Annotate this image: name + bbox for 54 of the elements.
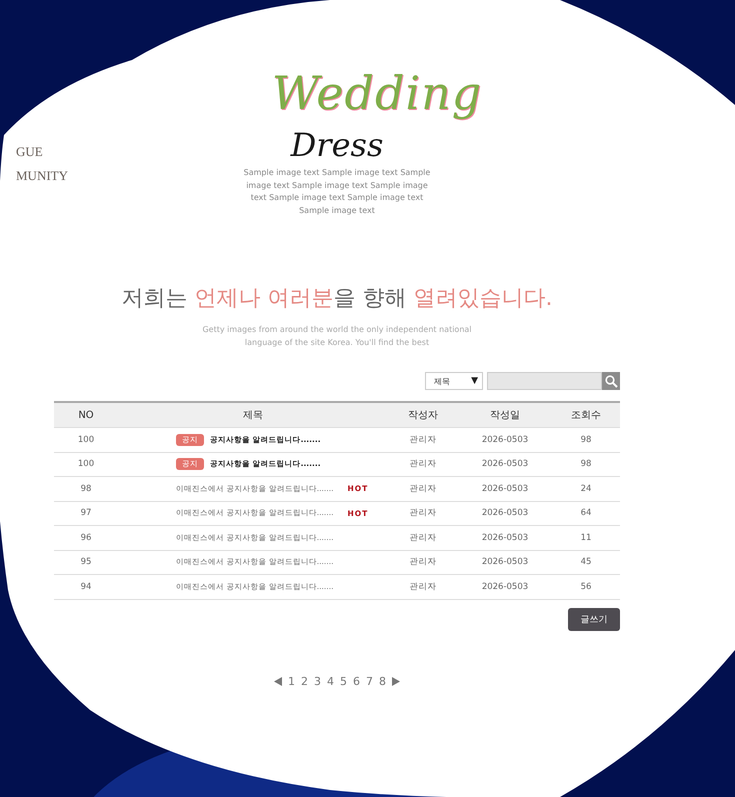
column-header: 제목	[118, 402, 388, 428]
search-field-dropdown[interactable]: 제목 ▼	[425, 372, 483, 390]
author-cell: 관리자	[388, 428, 458, 452]
author-cell: 관리자	[388, 550, 458, 575]
author-cell: 관리자	[388, 526, 458, 550]
author-cell: 관리자	[388, 476, 458, 502]
date-cell: 2026-0503	[458, 476, 552, 502]
views-cell: 98	[552, 428, 620, 452]
views-cell: 56	[552, 574, 620, 600]
page-link[interactable]: 6	[353, 674, 360, 688]
page-link[interactable]: 4	[327, 674, 334, 688]
number-cell: 94	[54, 574, 118, 600]
date-cell: 2026-0503	[458, 574, 552, 600]
nav-menu-item[interactable]: MUNITY	[16, 168, 68, 184]
headline-subtitle: Getty images from around the world the only independent national language of the site Korea. You'll find the best	[201, 324, 473, 350]
number-cell: 100	[54, 452, 118, 477]
write-button[interactable]: 글쓰기	[568, 608, 620, 631]
number-cell: 97	[54, 501, 118, 526]
number-cell: 98	[54, 476, 118, 502]
hero-title: Dress	[290, 128, 384, 164]
date-cell: 2026-0503	[458, 452, 552, 477]
views-cell: 11	[552, 526, 620, 550]
views-cell: 64	[552, 501, 620, 526]
column-header: 작성자	[388, 402, 458, 428]
page-link[interactable]: 3	[314, 674, 321, 688]
views-cell: 45	[552, 550, 620, 575]
date-cell: 2026-0503	[458, 428, 552, 452]
page-link[interactable]: 7	[366, 674, 373, 688]
hero-caption: Sample image text Sample image text Sample image text Sample image text Sample image text Sample image text Sample image text Sample image text	[242, 167, 432, 217]
search-field[interactable]	[487, 372, 602, 390]
column-header: 조회수	[552, 402, 620, 428]
page-link[interactable]: 2	[301, 674, 308, 688]
views-cell: 24	[552, 476, 620, 502]
headline: 저희는 언제나 여러분을 향해 열려있습니다.	[122, 285, 552, 314]
number-cell: 96	[54, 526, 118, 550]
date-cell: 2026-0503	[458, 501, 552, 526]
nav-menu-item[interactable]: GUE	[16, 144, 68, 160]
column-header: NO	[54, 402, 118, 428]
views-cell: 98	[552, 452, 620, 477]
next-page-icon[interactable]	[392, 676, 400, 686]
page-link[interactable]: 5	[340, 674, 347, 688]
date-cell: 2026-0503	[458, 526, 552, 550]
previous-page-icon[interactable]	[274, 676, 282, 686]
number-cell: 100	[54, 428, 118, 452]
number-cell: 95	[54, 550, 118, 575]
page-link[interactable]: 8	[379, 674, 386, 688]
page-link[interactable]: 1	[288, 674, 295, 688]
author-cell: 관리자	[388, 452, 458, 477]
date-cell: 2026-0503	[458, 550, 552, 575]
search-button[interactable]	[602, 372, 620, 390]
author-cell: 관리자	[388, 574, 458, 600]
search-icon	[604, 374, 618, 388]
column-header: 작성일	[458, 402, 552, 428]
author-cell: 관리자	[388, 501, 458, 526]
